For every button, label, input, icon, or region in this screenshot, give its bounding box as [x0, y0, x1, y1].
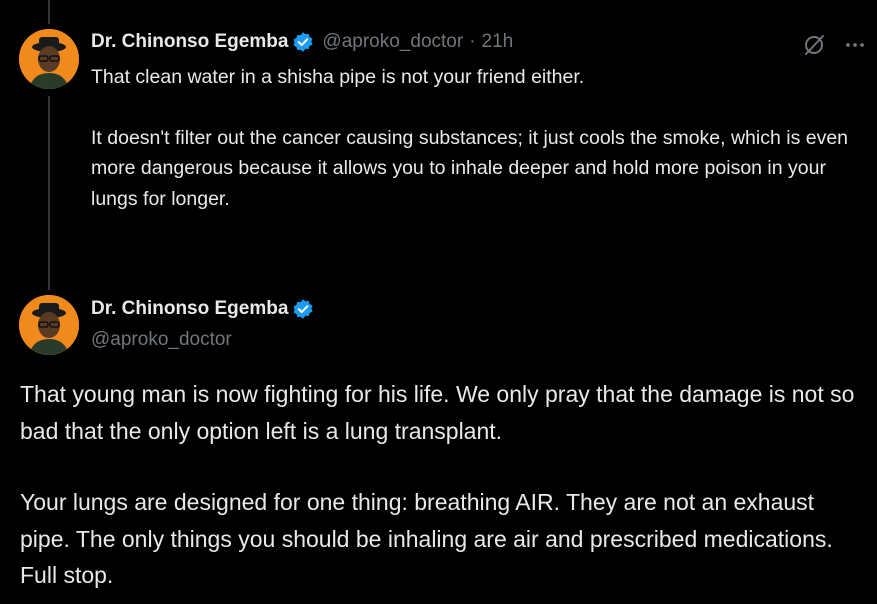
- meta-separator: ·: [469, 31, 476, 52]
- avatar[interactable]: [19, 29, 79, 89]
- verified-badge-icon[interactable]: [292, 31, 314, 53]
- tweet-paragraph: It doesn't filter out the cancer causing…: [91, 126, 849, 210]
- author-handle[interactable]: @aproko_doctor: [322, 31, 463, 53]
- tweet-text: That clean water in a shisha pipe is not…: [91, 62, 866, 214]
- avatar[interactable]: [19, 295, 79, 355]
- tweet-paragraph: That clean water in a shisha pipe is not…: [91, 66, 585, 88]
- avatar-image: [19, 29, 79, 89]
- more-icon[interactable]: [841, 31, 869, 59]
- author-handle[interactable]: @aproko_doctor: [91, 329, 232, 351]
- author-name[interactable]: Dr. Chinonso Egemba: [91, 298, 288, 320]
- thread-line: [48, 96, 50, 290]
- grok-icon[interactable]: [800, 31, 828, 59]
- tweet-timestamp[interactable]: 21h: [482, 31, 514, 53]
- tweet-paragraph: Your lungs are designed for one thing: b…: [20, 489, 833, 588]
- thread-line-top: [48, 0, 50, 24]
- tweet-header: Dr. Chinonso Egemba: [91, 298, 314, 320]
- avatar-image: [19, 295, 79, 355]
- verified-badge-icon[interactable]: [292, 298, 314, 320]
- tweet-text: That young man is now fighting for his l…: [20, 376, 870, 594]
- tweet-paragraph: That young man is now fighting for his l…: [20, 381, 855, 444]
- tweet-header: Dr. Chinonso Egemba @aproko_doctor · 21h: [91, 31, 513, 53]
- author-name[interactable]: Dr. Chinonso Egemba: [91, 31, 288, 53]
